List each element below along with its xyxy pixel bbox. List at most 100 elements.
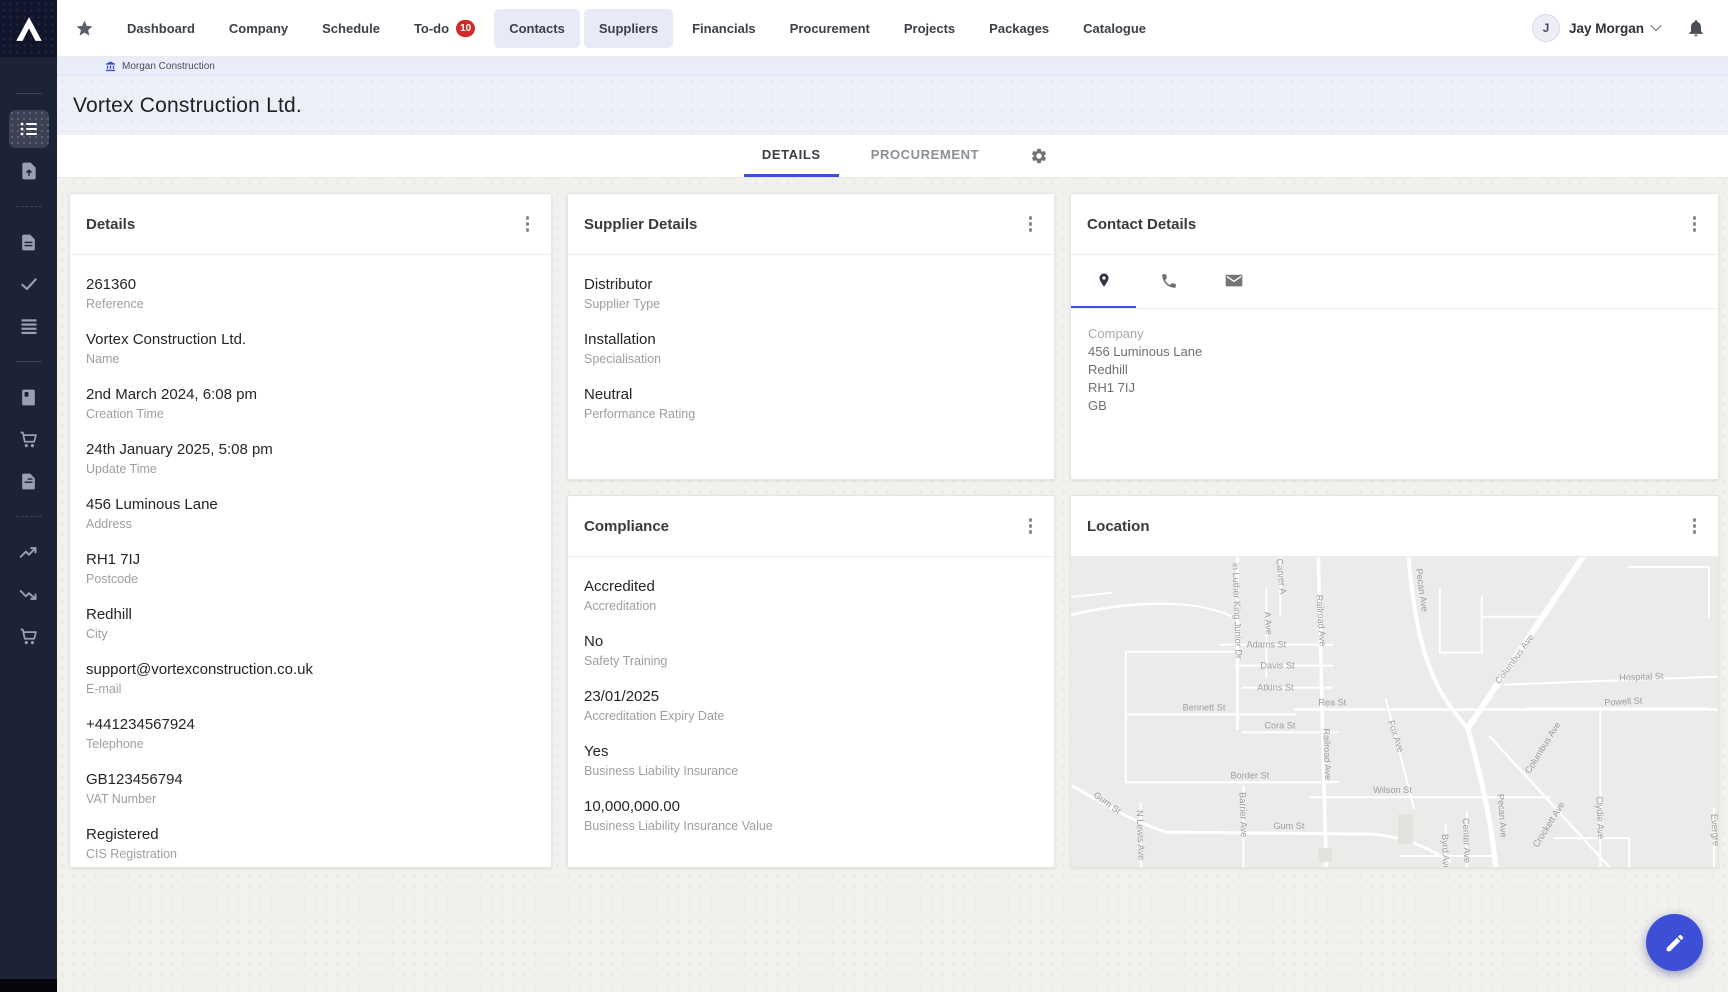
field-label: CIS Registration [86, 847, 535, 862]
card-title: Supplier Details [584, 216, 697, 233]
nav-item-label: To-do [414, 21, 449, 36]
nav-item-projects[interactable]: Projects [889, 9, 970, 48]
sidebar-item-list-menu[interactable] [9, 110, 49, 148]
field-label: VAT Number [86, 792, 535, 807]
kebab-menu-icon[interactable] [1687, 512, 1703, 540]
document-icon [19, 472, 38, 491]
nav-item-to-do[interactable]: To-do10 [399, 8, 490, 49]
tab-details[interactable]: DETAILS [744, 135, 839, 177]
nav-item-procurement[interactable]: Procurement [775, 9, 885, 48]
field-supplier-type: Distributor Supplier Type [584, 275, 1038, 312]
street-label: Gum St [1273, 821, 1304, 831]
street-label: Bennett St [1183, 703, 1226, 713]
street-label: Gum St [1092, 790, 1123, 817]
location-pin-icon [1095, 272, 1113, 290]
nav-item-label: Schedule [322, 21, 380, 36]
field-label: Business Liability Insurance [584, 764, 1038, 779]
address-book-icon [19, 388, 38, 407]
nav-item-packages[interactable]: Packages [974, 9, 1064, 48]
sidebar-item-contacts-book[interactable] [9, 378, 49, 416]
nav-item-label: Catalogue [1083, 21, 1146, 36]
tab-procurement[interactable]: PROCUREMENT [853, 135, 997, 177]
sidebar-item-schedule-rows[interactable] [9, 307, 49, 345]
street-label: Center Ave [1461, 818, 1473, 863]
field-label: Update Time [86, 462, 535, 477]
tab-settings-gear-icon[interactable] [1030, 135, 1048, 177]
kebab-menu-icon[interactable] [520, 210, 536, 238]
field-label: Postcode [86, 572, 535, 587]
field-label: Performance Rating [584, 407, 1038, 422]
contact-tab-phone[interactable] [1136, 255, 1201, 308]
sidebar-item-documents[interactable] [9, 223, 49, 261]
street-label: Adams St [1246, 640, 1286, 650]
pencil-icon [1664, 932, 1686, 954]
street-label: Pecan Ave [1496, 794, 1509, 838]
document-icon [19, 233, 38, 252]
details-card: Details 261360ReferenceVortex Constructi… [69, 193, 552, 868]
card-title: Location [1087, 518, 1150, 535]
street-label: Carver A [1274, 558, 1288, 595]
nav-item-label: Projects [904, 21, 955, 36]
field-value: Redhill [86, 605, 535, 624]
phone-icon [1160, 272, 1178, 290]
field-label: Business Liability Insurance Value [584, 819, 1038, 834]
kebab-menu-icon[interactable] [1687, 210, 1703, 238]
sidebar-item-invoices[interactable] [9, 462, 49, 500]
map[interactable]: in Luther King Junior DrCarver AA AveAda… [1071, 557, 1718, 867]
list-menu-icon [19, 119, 39, 139]
favorites-star-icon[interactable] [75, 19, 94, 38]
sidebar-item-costs-trend[interactable] [9, 575, 49, 613]
field-business-liability-insurance-value: 10,000,000.00Business Liability Insuranc… [584, 797, 1038, 834]
building-icon [105, 61, 116, 72]
street-label: Wilson St [1373, 785, 1412, 795]
field-value: Registered [86, 825, 535, 844]
nav-item-company[interactable]: Company [214, 9, 303, 48]
primary-nav: DashboardCompany Schedule To-do10ContactsS… [110, 0, 1163, 56]
edit-fab-button[interactable] [1646, 914, 1703, 971]
contact-icon-tabs [1071, 255, 1718, 309]
sidebar-item-sales-trend[interactable] [9, 533, 49, 571]
card-title: Compliance [584, 518, 669, 535]
right-column: Contact Details [1070, 193, 1719, 868]
field-value: 23/01/2025 [584, 687, 1038, 706]
nav-item-dashboard[interactable]: Dashboard [112, 9, 210, 48]
street-label: Columbus Ave [1523, 720, 1563, 775]
sidebar-item-tasks[interactable] [9, 265, 49, 303]
sidebar-item-procurement-cart[interactable] [9, 420, 49, 458]
card-title: Details [86, 216, 135, 233]
notifications-bell-icon[interactable] [1686, 18, 1706, 38]
top-nav: DashboardCompany Schedule To-do10ContactsS… [57, 0, 1728, 57]
breadcrumb-company[interactable]: Morgan Construction [105, 61, 215, 72]
street-label: Railroad Ave [1321, 728, 1333, 780]
nav-item-contacts[interactable]: Contacts [494, 9, 580, 48]
kebab-menu-icon[interactable] [1023, 512, 1039, 540]
sidebar-item-orders-cart[interactable] [9, 617, 49, 655]
user-menu[interactable]: J Jay Morgan [1532, 14, 1660, 42]
field-label: Supplier Type [584, 297, 1038, 312]
contact-tab-email[interactable] [1201, 255, 1266, 308]
nav-item-suppliers[interactable]: Suppliers [584, 9, 673, 48]
app-logo[interactable] [0, 0, 57, 57]
field-value: 24th January 2025, 5:08 pm [86, 440, 535, 459]
contact-tab-address[interactable] [1071, 255, 1136, 308]
street-label: Barrier Ave [1237, 792, 1249, 837]
nav-item-financials[interactable]: Financials [677, 9, 771, 48]
sidebar-divider [16, 516, 42, 517]
kebab-menu-icon[interactable] [1023, 210, 1039, 238]
nav-item-label: Packages [989, 21, 1049, 36]
street-label: Railroad Ave [1314, 594, 1328, 646]
nav-item-catalogue[interactable]: Catalogue [1068, 9, 1161, 48]
field-value: Distributor [584, 275, 1038, 294]
check-icon [19, 274, 39, 294]
street-label: Border St [1231, 770, 1270, 780]
supplier-details-card: Supplier Details Distributor Supplier Typ… [567, 193, 1055, 480]
field-city: RedhillCity [86, 605, 535, 642]
file-export-icon [19, 161, 39, 181]
address-line: RH1 7IJ [1088, 379, 1701, 397]
details-fields: 261360ReferenceVortex Construction Ltd.N… [70, 255, 551, 868]
field-value: 456 Luminous Lane [86, 495, 535, 514]
sidebar-item-file-export[interactable] [9, 152, 49, 190]
field-label: Address [86, 517, 535, 532]
user-name: Jay Morgan [1569, 21, 1644, 36]
nav-item-schedule[interactable]: Schedule [307, 9, 395, 48]
